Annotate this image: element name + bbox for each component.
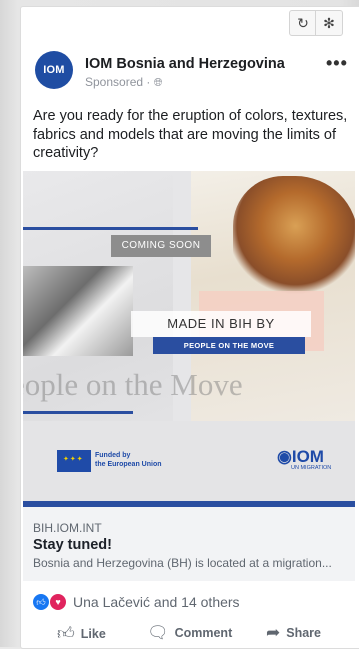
reactions-summary[interactable]: 👍︎ ♥ Una Lačević and 14 others [33,592,240,612]
iom-logo: ◉IOM UN MIGRATION [277,447,337,477]
post-header: IOM IOM Bosnia and Herzegovina Sponsored… [21,37,359,89]
link-preview[interactable]: BIH.IOM.INT Stay tuned! Bosnia and Herze… [23,507,355,581]
like-button[interactable]: 👍︎ Like [57,623,106,644]
more-options-button[interactable]: ••• [326,53,348,74]
comment-button[interactable]: 🗨︎ Comment [147,623,232,643]
refresh-button[interactable]: ↻ [289,10,317,36]
accent-line-bottom [23,411,133,414]
thumbs-up-icon: 👍︎ [57,624,75,643]
post-toolbar: ↻ ✻ [21,7,359,37]
refresh-icon: ↻ [297,14,309,31]
model-portrait-photo [23,266,133,356]
link-domain: BIH.IOM.INT [33,521,102,535]
avatar-logo: IOM [43,64,65,76]
reactors-text: Una Lačević and 14 others [73,594,240,610]
sponsored-label: Sponsored · 🌐︎ [85,75,163,89]
iom-logo-text: ◉IOM [277,447,324,466]
ad-image[interactable]: COMING SOON MADE IN BIH BY PEOPLE ON THE… [23,171,355,501]
post-text: Are you ready for the eruption of colors… [33,108,348,161]
model-headscarf-photo [233,176,355,301]
link-description: Bosnia and Herzegovina (BH) is located a… [33,556,332,570]
coming-soon-label: COMING SOON [111,235,211,257]
globe-icon: 🌐︎ [153,77,163,89]
bug-report-button[interactable]: ✻ [315,10,343,36]
sponsored-post-card: ↻ ✻ IOM IOM Bosnia and Herzegovina Spons… [20,6,359,649]
eu-flag-icon: ✦✦✦ [57,450,91,472]
avatar[interactable]: IOM [35,51,73,89]
page-name-link[interactable]: IOM Bosnia and Herzegovina [85,56,285,72]
link-title: Stay tuned! [33,537,112,553]
like-reaction-icon: 👍︎ [33,594,49,610]
bug-icon: ✻ [323,14,335,31]
share-icon: ➦ [266,623,281,642]
made-in-label: MADE IN BIH BY [131,311,311,337]
comment-icon: 🗨︎ [147,623,169,642]
eu-funding-logo: ✦✦✦ Funded by the European Union [57,450,177,472]
share-button[interactable]: ➦ Share [266,623,321,643]
post-actions: 👍︎ Like 🗨︎ Comment ➦ Share [21,617,359,647]
eu-funding-text: Funded by the European Union [95,452,162,468]
accent-line-top [23,227,198,230]
people-on-the-move-watermark: eople on the Move [23,367,243,402]
people-on-the-move-bar: PEOPLE ON THE MOVE [153,337,305,354]
love-reaction-icon: ♥ [50,594,66,610]
